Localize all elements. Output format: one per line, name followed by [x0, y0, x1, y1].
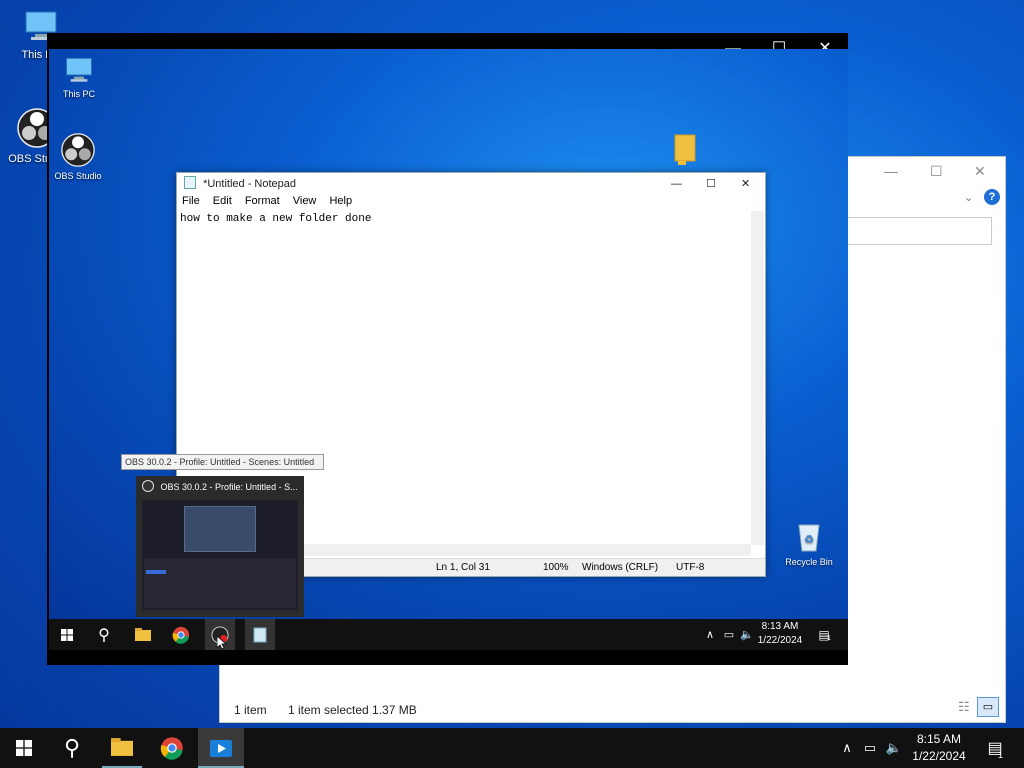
obs-preview-title: OBS 30.0.2 - Profile: Untitled - S...: [160, 482, 298, 492]
windows-icon: [61, 628, 73, 641]
notepad-menubar: File Edit Format View Help: [177, 195, 765, 211]
network-icon[interactable]: ▭: [860, 728, 880, 768]
file-explorer-taskbar-icon[interactable]: [129, 619, 157, 650]
menu-help[interactable]: Help: [329, 195, 352, 207]
clock-time[interactable]: 8:15 AM: [906, 732, 972, 746]
close-icon[interactable]: ✕: [974, 163, 986, 180]
chevron-down-icon[interactable]: ⌄: [964, 191, 973, 204]
explorer-status-selection: 1 item selected 1.37 MB: [288, 703, 417, 717]
status-encoding: UTF-8: [676, 562, 705, 573]
mouse-cursor-icon: [217, 636, 227, 650]
minimize-icon[interactable]: —: [671, 173, 682, 195]
notification-count: 1: [998, 750, 1004, 760]
obs-icon: [142, 480, 154, 492]
recorded-taskbar: ⚲ ∧ ▭ 🔈 8:13 AM 1/22/2024 ▤ 1: [49, 619, 848, 650]
recorded-icon-this-pc[interactable]: This PC: [49, 55, 116, 99]
volume-muted-icon[interactable]: 🔈: [739, 619, 755, 650]
search-icon[interactable]: ⚲: [52, 728, 92, 768]
start-button[interactable]: [6, 728, 42, 768]
obs-tooltip: OBS 30.0.2 - Profile: Untitled - Scenes:…: [121, 454, 324, 470]
search-icon[interactable]: ⚲: [91, 619, 117, 650]
notification-icon[interactable]: ▤: [813, 619, 835, 650]
chrome-icon[interactable]: [167, 619, 195, 650]
recycle-bin-icon: ♻: [798, 524, 820, 552]
media-player-taskbar-icon[interactable]: [198, 728, 244, 768]
notepad-icon: [184, 176, 196, 189]
network-icon[interactable]: ▭: [721, 619, 737, 650]
minimize-icon[interactable]: —: [884, 163, 898, 179]
recorded-icon-obs-studio[interactable]: OBS Studio: [49, 133, 115, 181]
menu-format[interactable]: Format: [245, 195, 280, 207]
windows-icon: [16, 740, 32, 756]
recorded-icon-recycle-bin[interactable]: ♻ Recycle Bin: [772, 519, 846, 567]
desktop-icon-label: OBS Studio: [54, 171, 102, 181]
status-line-ending: Windows (CRLF): [582, 562, 659, 573]
computer-icon: [66, 57, 92, 82]
clock-time[interactable]: 8:13 AM: [755, 621, 805, 632]
file-explorer-taskbar-icon[interactable]: [102, 728, 142, 768]
obs-preview-thumbnail: [142, 500, 298, 610]
chrome-icon[interactable]: [152, 728, 192, 768]
taskbar: ⚲ ∧ ▭ 🔈 8:15 AM 1/22/2024 ▤ 1: [0, 728, 1024, 768]
chevron-up-icon[interactable]: ∧: [838, 728, 856, 768]
explorer-status-count: 1 item: [234, 703, 267, 717]
maximize-icon[interactable]: ☐: [930, 163, 943, 180]
notepad-taskbar-icon[interactable]: [245, 619, 275, 650]
menu-file[interactable]: File: [182, 195, 200, 207]
notepad-text: how to make a new folder done: [180, 213, 372, 225]
volume-muted-icon[interactable]: 🔈: [884, 728, 904, 768]
help-icon[interactable]: ?: [984, 189, 1000, 205]
clock-date[interactable]: 1/22/2024: [755, 635, 805, 646]
status-position: Ln 1, Col 31: [436, 562, 490, 573]
maximize-icon[interactable]: ☐: [706, 173, 716, 195]
desktop-icon-label: Recycle Bin: [785, 557, 833, 567]
status-zoom: 100%: [543, 562, 569, 573]
obs-preview-titlebar: OBS 30.0.2 - Profile: Untitled - S...: [136, 476, 304, 498]
chevron-up-icon[interactable]: ∧: [703, 619, 717, 650]
folder-icon[interactable]: [674, 133, 698, 165]
obs-taskbar-preview[interactable]: OBS 30.0.2 - Profile: Untitled - S...: [136, 476, 304, 617]
window-title: *Untitled - Notepad: [203, 178, 297, 190]
details-view-icon[interactable]: ☷: [958, 699, 970, 715]
desktop-icon-label: This PC: [62, 89, 95, 99]
clock-date[interactable]: 1/22/2024: [906, 749, 972, 763]
menu-view[interactable]: View: [293, 195, 317, 207]
close-icon[interactable]: ✕: [741, 173, 750, 195]
notification-icon[interactable]: ▤: [980, 728, 1010, 768]
start-button[interactable]: [54, 619, 80, 650]
obs-icon: [61, 133, 95, 167]
notepad-titlebar[interactable]: *Untitled - Notepad — ☐ ✕: [177, 173, 765, 195]
large-icons-view-icon[interactable]: ▭: [977, 697, 999, 717]
svg-text:♻: ♻: [804, 534, 814, 546]
vertical-scrollbar[interactable]: [751, 211, 764, 545]
notification-count: 1: [827, 635, 831, 642]
menu-edit[interactable]: Edit: [213, 195, 232, 207]
